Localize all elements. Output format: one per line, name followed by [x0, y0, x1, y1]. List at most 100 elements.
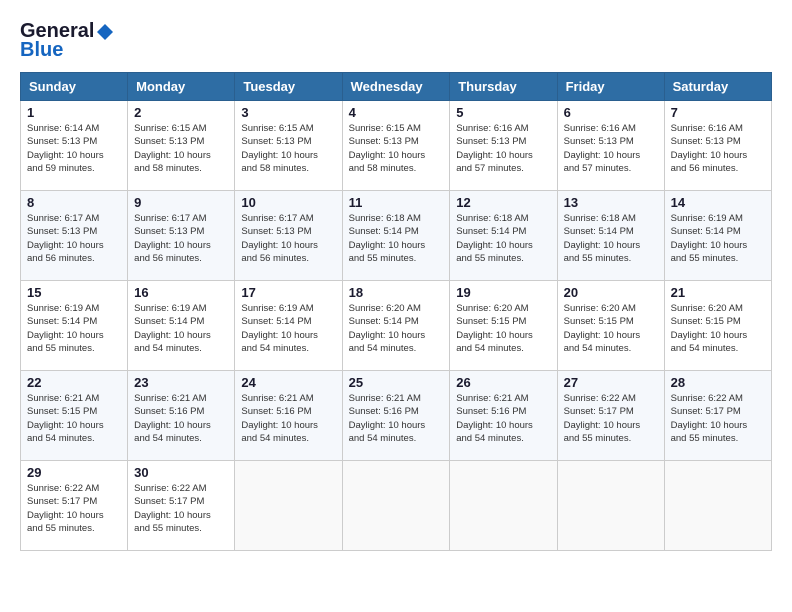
day-number: 26	[456, 375, 550, 390]
day-info: Sunrise: 6:21 AM Sunset: 5:16 PM Dayligh…	[241, 392, 335, 445]
calendar-cell: 29 Sunrise: 6:22 AM Sunset: 5:17 PM Dayli…	[21, 461, 128, 551]
calendar-header-row: SundayMondayTuesdayWednesdayThursdayFrid…	[21, 73, 772, 101]
day-number: 9	[134, 195, 228, 210]
day-number: 12	[456, 195, 550, 210]
column-header-wednesday: Wednesday	[342, 73, 450, 101]
day-number: 3	[241, 105, 335, 120]
calendar-cell: 14 Sunrise: 6:19 AM Sunset: 5:14 PM Dayli…	[664, 191, 771, 281]
calendar-cell: 19 Sunrise: 6:20 AM Sunset: 5:15 PM Dayli…	[450, 281, 557, 371]
calendar-cell: 1Sunrise: 6:14 AM Sunset: 5:13 PM Daylig…	[21, 101, 128, 191]
day-info: Sunrise: 6:17 AM Sunset: 5:13 PM Dayligh…	[27, 212, 121, 265]
day-info: Sunrise: 6:20 AM Sunset: 5:15 PM Dayligh…	[671, 302, 765, 355]
day-number: 15	[27, 285, 121, 300]
column-header-friday: Friday	[557, 73, 664, 101]
day-number: 29	[27, 465, 121, 480]
day-info: Sunrise: 6:19 AM Sunset: 5:14 PM Dayligh…	[241, 302, 335, 355]
day-info: Sunrise: 6:21 AM Sunset: 5:16 PM Dayligh…	[134, 392, 228, 445]
calendar-cell: 27 Sunrise: 6:22 AM Sunset: 5:17 PM Dayli…	[557, 371, 664, 461]
day-info: Sunrise: 6:22 AM Sunset: 5:17 PM Dayligh…	[134, 482, 228, 535]
calendar-cell: 22Sunrise: 6:21 AM Sunset: 5:15 PM Dayli…	[21, 371, 128, 461]
day-number: 19	[456, 285, 550, 300]
calendar-cell	[342, 461, 450, 551]
day-number: 8	[27, 195, 121, 210]
calendar-cell: 15 Sunrise: 6:19 AM Sunset: 5:14 PM Dayli…	[21, 281, 128, 371]
day-info: Sunrise: 6:18 AM Sunset: 5:14 PM Dayligh…	[564, 212, 658, 265]
day-info: Sunrise: 6:16 AM Sunset: 5:13 PM Dayligh…	[456, 122, 550, 175]
calendar-cell: 28 Sunrise: 6:22 AM Sunset: 5:17 PM Dayli…	[664, 371, 771, 461]
calendar-cell: 18 Sunrise: 6:20 AM Sunset: 5:14 PM Dayli…	[342, 281, 450, 371]
calendar-cell: 9Sunrise: 6:17 AM Sunset: 5:13 PM Daylig…	[128, 191, 235, 281]
day-info: Sunrise: 6:21 AM Sunset: 5:16 PM Dayligh…	[456, 392, 550, 445]
logo: General Blue	[20, 20, 114, 62]
column-header-sunday: Sunday	[21, 73, 128, 101]
calendar-cell	[235, 461, 342, 551]
column-header-thursday: Thursday	[450, 73, 557, 101]
calendar-cell: 11 Sunrise: 6:18 AM Sunset: 5:14 PM Dayli…	[342, 191, 450, 281]
logo-blue-text: Blue	[20, 39, 63, 62]
day-info: Sunrise: 6:21 AM Sunset: 5:16 PM Dayligh…	[349, 392, 444, 445]
calendar-cell: 4 Sunrise: 6:15 AM Sunset: 5:13 PM Daylig…	[342, 101, 450, 191]
day-info: Sunrise: 6:22 AM Sunset: 5:17 PM Dayligh…	[671, 392, 765, 445]
day-number: 16	[134, 285, 228, 300]
calendar-cell: 2 Sunrise: 6:15 AM Sunset: 5:13 PM Daylig…	[128, 101, 235, 191]
calendar-cell: 25 Sunrise: 6:21 AM Sunset: 5:16 PM Dayli…	[342, 371, 450, 461]
calendar-cell: 21Sunrise: 6:20 AM Sunset: 5:15 PM Dayli…	[664, 281, 771, 371]
calendar-cell: 10 Sunrise: 6:17 AM Sunset: 5:13 PM Dayli…	[235, 191, 342, 281]
calendar-cell: 13 Sunrise: 6:18 AM Sunset: 5:14 PM Dayli…	[557, 191, 664, 281]
day-number: 10	[241, 195, 335, 210]
calendar-cell: 16 Sunrise: 6:19 AM Sunset: 5:14 PM Dayli…	[128, 281, 235, 371]
calendar-table: SundayMondayTuesdayWednesdayThursdayFrid…	[20, 72, 772, 551]
day-number: 5	[456, 105, 550, 120]
day-number: 27	[564, 375, 658, 390]
calendar-cell: 24 Sunrise: 6:21 AM Sunset: 5:16 PM Dayli…	[235, 371, 342, 461]
day-info: Sunrise: 6:17 AM Sunset: 5:13 PM Dayligh…	[241, 212, 335, 265]
day-number: 22	[27, 375, 121, 390]
week-row-4: 22Sunrise: 6:21 AM Sunset: 5:15 PM Dayli…	[21, 371, 772, 461]
day-number: 28	[671, 375, 765, 390]
calendar-cell: 7Sunrise: 6:16 AM Sunset: 5:13 PM Daylig…	[664, 101, 771, 191]
day-info: Sunrise: 6:16 AM Sunset: 5:13 PM Dayligh…	[564, 122, 658, 175]
day-number: 18	[349, 285, 444, 300]
day-info: Sunrise: 6:20 AM Sunset: 5:15 PM Dayligh…	[456, 302, 550, 355]
day-number: 11	[349, 195, 444, 210]
day-info: Sunrise: 6:22 AM Sunset: 5:17 PM Dayligh…	[27, 482, 121, 535]
day-number: 13	[564, 195, 658, 210]
week-row-3: 15 Sunrise: 6:19 AM Sunset: 5:14 PM Dayli…	[21, 281, 772, 371]
day-info: Sunrise: 6:19 AM Sunset: 5:14 PM Dayligh…	[27, 302, 121, 355]
day-number: 4	[349, 105, 444, 120]
day-number: 25	[349, 375, 444, 390]
calendar-cell: 12Sunrise: 6:18 AM Sunset: 5:14 PM Dayli…	[450, 191, 557, 281]
day-number: 20	[564, 285, 658, 300]
column-header-tuesday: Tuesday	[235, 73, 342, 101]
day-number: 17	[241, 285, 335, 300]
calendar-cell: 6 Sunrise: 6:16 AM Sunset: 5:13 PM Daylig…	[557, 101, 664, 191]
calendar-cell	[557, 461, 664, 551]
day-number: 2	[134, 105, 228, 120]
day-info: Sunrise: 6:15 AM Sunset: 5:13 PM Dayligh…	[241, 122, 335, 175]
day-info: Sunrise: 6:20 AM Sunset: 5:14 PM Dayligh…	[349, 302, 444, 355]
day-info: Sunrise: 6:22 AM Sunset: 5:17 PM Dayligh…	[564, 392, 658, 445]
day-info: Sunrise: 6:15 AM Sunset: 5:13 PM Dayligh…	[134, 122, 228, 175]
column-header-monday: Monday	[128, 73, 235, 101]
logo-icon	[96, 23, 114, 41]
page-header: General Blue	[20, 20, 772, 62]
day-number: 24	[241, 375, 335, 390]
day-number: 1	[27, 105, 121, 120]
day-number: 6	[564, 105, 658, 120]
day-info: Sunrise: 6:19 AM Sunset: 5:14 PM Dayligh…	[671, 212, 765, 265]
calendar-cell: 23Sunrise: 6:21 AM Sunset: 5:16 PM Dayli…	[128, 371, 235, 461]
day-info: Sunrise: 6:20 AM Sunset: 5:15 PM Dayligh…	[564, 302, 658, 355]
column-header-saturday: Saturday	[664, 73, 771, 101]
calendar-cell: 20 Sunrise: 6:20 AM Sunset: 5:15 PM Dayli…	[557, 281, 664, 371]
day-info: Sunrise: 6:15 AM Sunset: 5:13 PM Dayligh…	[349, 122, 444, 175]
day-info: Sunrise: 6:16 AM Sunset: 5:13 PM Dayligh…	[671, 122, 765, 175]
calendar-cell: 17 Sunrise: 6:19 AM Sunset: 5:14 PM Dayli…	[235, 281, 342, 371]
day-number: 14	[671, 195, 765, 210]
week-row-2: 8 Sunrise: 6:17 AM Sunset: 5:13 PM Daylig…	[21, 191, 772, 281]
day-info: Sunrise: 6:19 AM Sunset: 5:14 PM Dayligh…	[134, 302, 228, 355]
calendar-cell	[450, 461, 557, 551]
calendar-cell: 8 Sunrise: 6:17 AM Sunset: 5:13 PM Daylig…	[21, 191, 128, 281]
day-info: Sunrise: 6:18 AM Sunset: 5:14 PM Dayligh…	[349, 212, 444, 265]
week-row-5: 29 Sunrise: 6:22 AM Sunset: 5:17 PM Dayli…	[21, 461, 772, 551]
calendar-cell: 3 Sunrise: 6:15 AM Sunset: 5:13 PM Daylig…	[235, 101, 342, 191]
